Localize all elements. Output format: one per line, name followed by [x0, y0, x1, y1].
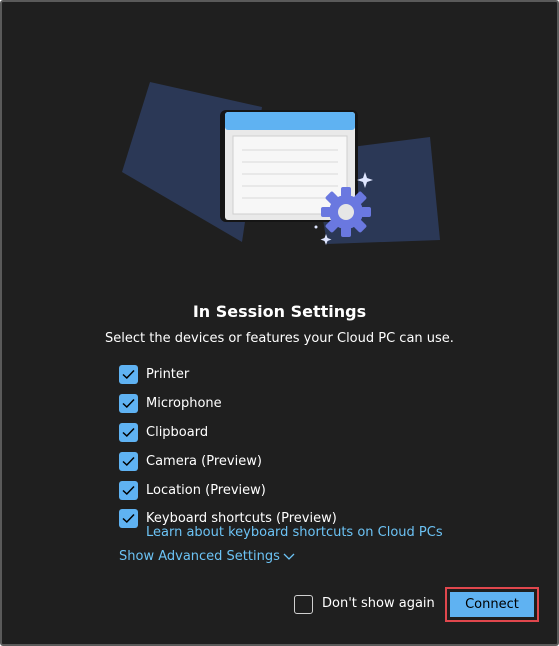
connect-highlight: Connect	[445, 587, 539, 622]
checkbox-clipboard[interactable]	[119, 423, 138, 442]
checkbox-keyboard-shortcuts[interactable]	[119, 509, 138, 528]
checkbox-location[interactable]	[119, 481, 138, 500]
dont-show-again-label: Don't show again	[322, 596, 435, 611]
checkmark-icon	[122, 485, 135, 496]
checkmark-icon	[122, 398, 135, 409]
dialog-subtitle: Select the devices or features your Clou…	[105, 331, 454, 346]
option-label: Printer	[146, 367, 190, 382]
checkmark-icon	[122, 456, 135, 467]
in-session-settings-dialog: In Session Settings Select the devices o…	[0, 0, 559, 646]
checkmark-icon	[122, 427, 135, 438]
checkbox-camera[interactable]	[119, 452, 138, 471]
dont-show-again-checkbox[interactable]	[294, 595, 313, 614]
learn-keyboard-shortcuts-link[interactable]: Learn about keyboard shortcuts on Cloud …	[146, 525, 443, 540]
checkbox-microphone[interactable]	[119, 394, 138, 413]
checkmark-icon	[122, 513, 135, 524]
checkbox-printer[interactable]	[119, 365, 138, 384]
option-label: Keyboard shortcuts (Preview)	[146, 511, 337, 526]
option-label: Location (Preview)	[146, 483, 266, 498]
gear-icon	[321, 187, 371, 237]
chevron-down-icon	[283, 553, 295, 560]
dialog-title: In Session Settings	[192, 302, 367, 321]
show-advanced-settings-toggle[interactable]: Show Advanced Settings	[119, 549, 295, 564]
option-label: Clipboard	[146, 425, 209, 440]
settings-illustration	[122, 82, 440, 245]
advanced-settings-label: Show Advanced Settings	[119, 549, 280, 564]
option-label: Camera (Preview)	[146, 454, 262, 469]
checkmark-icon	[122, 369, 135, 380]
option-label: Microphone	[146, 396, 222, 411]
connect-button[interactable]: Connect	[450, 592, 534, 617]
